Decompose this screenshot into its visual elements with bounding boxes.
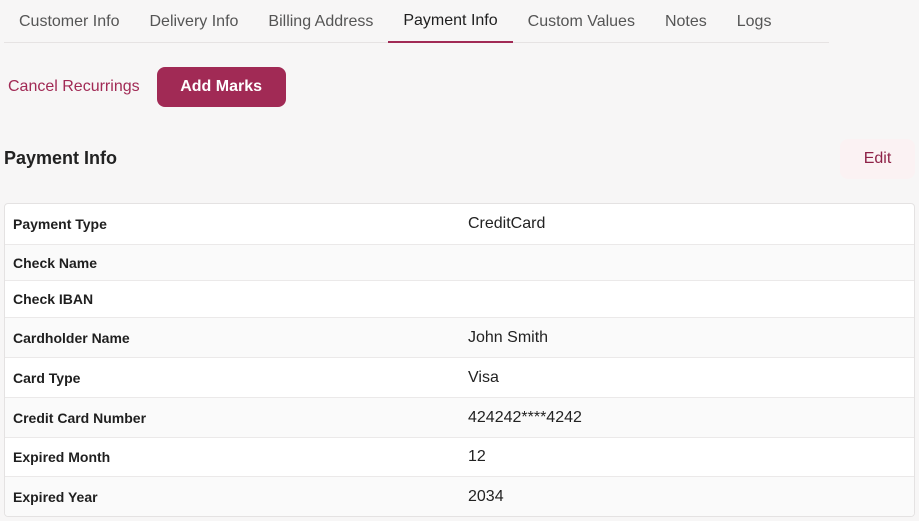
payment-info-table: Payment Type CreditCard Check Name Check… bbox=[4, 203, 915, 517]
row-value-card-type: Visa bbox=[468, 368, 499, 386]
tab-customer-info[interactable]: Customer Info bbox=[4, 0, 134, 43]
action-bar: Cancel Recurrings Add Marks bbox=[8, 67, 286, 107]
edit-button[interactable]: Edit bbox=[840, 139, 915, 179]
tab-notes[interactable]: Notes bbox=[650, 0, 722, 43]
table-row: Expired Month 12 bbox=[5, 437, 914, 476]
tab-custom-values[interactable]: Custom Values bbox=[513, 0, 650, 43]
table-row: Cardholder Name John Smith bbox=[5, 317, 914, 357]
tab-logs[interactable]: Logs bbox=[722, 0, 787, 43]
row-label-expired-year: Expired Year bbox=[13, 488, 98, 505]
section-title: Payment Info bbox=[4, 148, 118, 168]
table-row: Payment Type CreditCard bbox=[5, 204, 914, 244]
row-label-credit-card-number: Credit Card Number bbox=[13, 409, 147, 426]
table-row: Check IBAN bbox=[5, 280, 914, 317]
row-label-payment-type: Payment Type bbox=[13, 216, 107, 232]
tab-billing-address[interactable]: Billing Address bbox=[253, 0, 388, 43]
row-label-cardholder-name: Cardholder Name bbox=[13, 329, 130, 346]
row-value-credit-card-number: 424242****4242 bbox=[468, 408, 582, 426]
row-label-card-type: Card Type bbox=[13, 369, 81, 386]
tab-delivery-info[interactable]: Delivery Info bbox=[134, 0, 253, 43]
table-row: Expired Year 2034 bbox=[5, 476, 914, 516]
table-row: Check Name bbox=[5, 244, 914, 280]
table-row: Card Type Visa bbox=[5, 357, 914, 397]
row-value-cardholder-name: John Smith bbox=[468, 328, 549, 346]
table-row: Credit Card Number 424242****4242 bbox=[5, 397, 914, 437]
tab-payment-info[interactable]: Payment Info bbox=[388, 0, 513, 43]
row-label-check-iban: Check IBAN bbox=[13, 291, 94, 307]
cancel-recurrings-button[interactable]: Cancel Recurrings bbox=[8, 78, 140, 96]
row-label-check-name: Check Name bbox=[13, 254, 98, 271]
row-value-payment-type: CreditCard bbox=[468, 215, 546, 232]
row-label-expired-month: Expired Month bbox=[13, 449, 111, 465]
row-value-expired-year: 2034 bbox=[468, 487, 504, 505]
tab-bar: Customer Info Delivery Info Billing Addr… bbox=[4, 0, 829, 43]
row-value-expired-month: 12 bbox=[468, 448, 486, 465]
add-marks-button[interactable]: Add Marks bbox=[156, 67, 286, 107]
